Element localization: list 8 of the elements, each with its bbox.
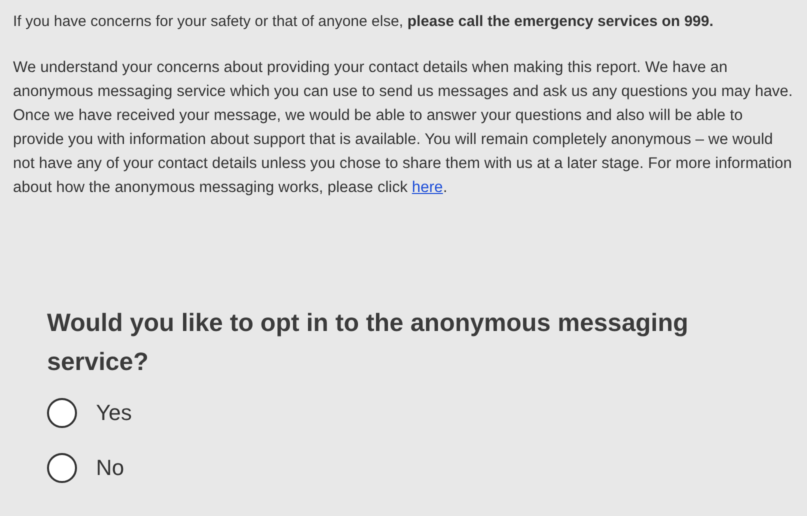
- radio-button[interactable]: [47, 452, 77, 482]
- option-label[interactable]: No: [96, 451, 124, 484]
- option-label[interactable]: Yes: [96, 396, 132, 429]
- radio-button[interactable]: [47, 398, 77, 428]
- info-paragraph: We understand your concerns about providing your contact details when making this report. We have an anonymous messaging service which you can use to send us messages and ask us any questions you may have. Once we have received your message, we would be able to answer your questions and also will be able to provide you with information about support that is available. You will remain completely anonymous – we would not have any of your contact details unless you chose to share them with us at a later stage. For more information about how the anonymous messaging works, please click here.: [13, 58, 794, 198]
- question-heading: Would you like to opt in to the anonymous messaging service?: [47, 308, 690, 378]
- more-info-link[interactable]: here: [412, 179, 443, 196]
- safety-notice: If you have concerns for your safety or that of anyone else, please call the emergency services on 999.: [13, 12, 714, 32]
